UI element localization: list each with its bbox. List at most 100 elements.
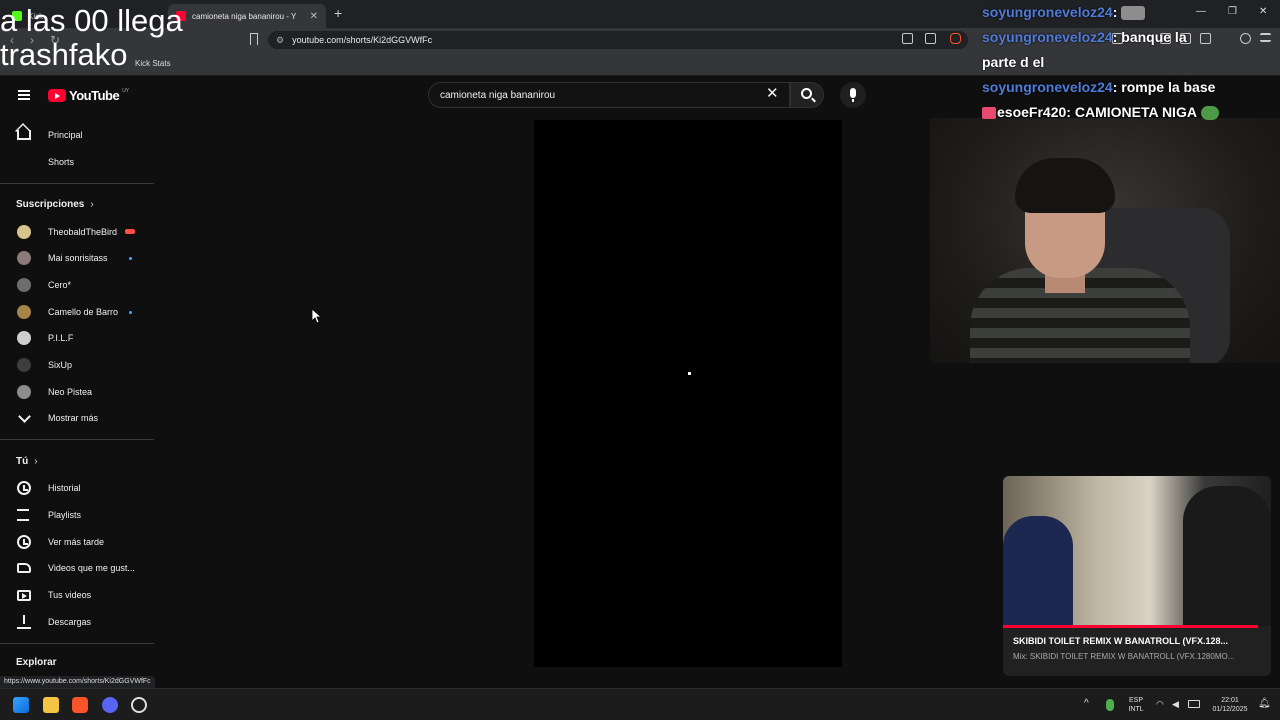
youtube-logo[interactable]: YouTube UY — [48, 88, 129, 103]
bookmark-icon[interactable] — [250, 33, 258, 45]
sidebar-item-history[interactable]: Historial — [0, 475, 154, 501]
sidebar: Principal Shorts Suscripciones › Theobald… — [0, 120, 154, 688]
chat-username: soyungroneveloz24 — [982, 29, 1113, 45]
voice-search-button[interactable] — [840, 82, 866, 108]
sidebar-item-watch-later[interactable]: Ver más tarde — [0, 529, 154, 555]
stream-chat-overlay: soyungroneveloz24: soyungroneveloz24: ba… — [982, 0, 1280, 121]
streamer-webcam — [930, 118, 1280, 363]
live-indicator — [125, 229, 135, 234]
sidebar-item-label: Ver más tarde — [48, 537, 105, 547]
browser-tab-youtube[interactable]: camioneta niga bananirou - You ✕ — [168, 4, 326, 28]
brave-browser-icon[interactable] — [72, 697, 88, 713]
show-more-label: Mostrar más — [48, 413, 99, 423]
subscription-item[interactable]: Cero* — [0, 272, 154, 298]
mini-player-thumbnail[interactable] — [1003, 476, 1271, 626]
address-url: youtube.com/shorts/Ki2dGGVWfFc — [292, 35, 433, 45]
close-tab-icon[interactable]: ✕ — [310, 11, 318, 22]
new-content-dot — [129, 257, 132, 260]
sidebar-item-your-videos[interactable]: Tus videos — [0, 582, 154, 608]
chat-text: banque la — [1121, 29, 1187, 45]
chat-text: parte d el — [982, 54, 1045, 70]
notification-bell-icon[interactable]: 🔔︎ — [1258, 699, 1271, 709]
file-explorer-icon[interactable] — [43, 697, 59, 713]
mini-player-progress[interactable] — [1003, 625, 1258, 628]
chat-text: rompe la base — [1121, 79, 1216, 95]
battery-icon[interactable] — [1188, 700, 1200, 708]
obs-icon[interactable] — [131, 697, 147, 713]
thumbnail-figure — [1003, 516, 1073, 626]
subscription-item[interactable]: Mai sonrisitass — [0, 245, 154, 271]
avatar — [17, 385, 31, 399]
sidebar-item-label: Tus videos — [48, 590, 92, 600]
subscription-item[interactable]: Camello de Barro — [0, 299, 154, 325]
playlist-icon — [17, 508, 31, 522]
divider — [0, 183, 154, 184]
sidebar-item-downloads[interactable]: Descargas — [0, 609, 154, 635]
chat-text: CAMIONETA NIGA — [1074, 104, 1197, 120]
menu-icon[interactable] — [18, 90, 30, 100]
subscription-name: TheobaldTheBird — [48, 227, 118, 237]
mini-player-title[interactable]: SKIBIDI TOILET REMIX W BANATROLL (VFX.12… — [1013, 636, 1228, 646]
chat-message-continuation: parte d el — [982, 50, 1280, 75]
clock-icon — [17, 535, 31, 549]
show-more-button[interactable]: Mostrar más — [0, 405, 154, 431]
sidebar-item-principal[interactable]: Principal — [0, 122, 154, 148]
sidebar-item-liked-videos[interactable]: Videos que me gust... — [0, 555, 154, 581]
site-info-icon[interactable]: ⚙ — [276, 35, 284, 46]
subscription-item[interactable]: Neo Pistea — [0, 379, 154, 405]
windows-start-icon[interactable] — [13, 697, 29, 713]
address-bar[interactable]: ⚙ youtube.com/shorts/Ki2dGGVWfFc — [268, 31, 968, 49]
logo-text: YouTube — [69, 88, 120, 103]
subscription-item[interactable]: SixUp — [0, 352, 154, 378]
mini-player-subtitle[interactable]: Mix: SKIBIDI TOILET REMIX W BANATROLL (V… — [1013, 652, 1234, 661]
search-value: camioneta niga bananirou — [440, 89, 556, 101]
avatar — [17, 305, 31, 319]
tab-title: camioneta niga bananirou - You — [192, 11, 296, 21]
cast-icon[interactable] — [902, 33, 913, 44]
microphone-icon[interactable] — [1106, 699, 1114, 711]
home-icon — [17, 130, 31, 140]
chat-username: soyungroneveloz24 — [982, 79, 1113, 95]
sidebar-item-shorts[interactable]: Shorts — [0, 149, 154, 175]
new-tab-button[interactable]: + — [334, 5, 342, 21]
chat-badge-icon — [982, 107, 996, 120]
loading-indicator — [688, 372, 691, 375]
subscription-item[interactable]: TheobaldTheBird — [0, 219, 154, 245]
history-icon — [17, 481, 31, 495]
tray-chevron-up-icon[interactable]: ^ — [1084, 699, 1089, 709]
language-code: ESP — [1128, 697, 1143, 704]
wifi-icon[interactable]: ◠ — [1156, 700, 1164, 709]
clear-search-icon[interactable]: ✕ — [766, 86, 779, 101]
share-icon[interactable] — [925, 33, 936, 44]
sidebar-item-label: Shorts — [48, 157, 75, 167]
video-icon — [17, 590, 31, 601]
sidebar-item-label: Historial — [48, 483, 81, 493]
search-input[interactable]: camioneta niga bananirou — [428, 82, 790, 108]
download-icon — [17, 615, 31, 629]
search-button[interactable] — [790, 82, 824, 108]
shorts-video-player[interactable] — [534, 120, 842, 667]
subscriptions-heading[interactable]: Suscripciones › — [16, 199, 94, 210]
pepe-emote-icon — [1200, 106, 1219, 121]
logo-country: UY — [122, 87, 130, 94]
subscription-name: Camello de Barro — [48, 307, 119, 317]
avatar — [17, 278, 31, 292]
sidebar-item-playlists[interactable]: Playlists — [0, 502, 154, 528]
new-content-dot — [129, 311, 132, 314]
mini-player-card[interactable]: SKIBIDI TOILET REMIX W BANATROLL (VFX.12… — [1003, 476, 1271, 676]
brave-shield-icon[interactable] — [950, 33, 961, 44]
taskbar: ^ ESP INTL ◠ ◀ 22:01 01/12/2025 🔔︎ — [0, 688, 1280, 720]
clock[interactable]: 22:01 01/12/2025 — [1206, 696, 1254, 714]
keyboard-layout: INTL — [1128, 706, 1144, 713]
language-indicator[interactable]: ESP INTL — [1124, 696, 1148, 714]
chat-message: esoeFr420: CAMIONETA NIGA — [982, 100, 1280, 125]
avatar — [17, 358, 31, 372]
avatar — [17, 251, 31, 265]
volume-icon[interactable]: ◀ — [1172, 700, 1179, 709]
discord-icon[interactable] — [102, 697, 118, 713]
clock-date: 01/12/2025 — [1212, 706, 1248, 713]
emote-icon — [1121, 6, 1146, 21]
you-heading[interactable]: Tú › — [16, 456, 38, 467]
subscription-item[interactable]: P.I.L.F — [0, 325, 154, 351]
subscription-name: Neo Pistea — [48, 387, 93, 397]
